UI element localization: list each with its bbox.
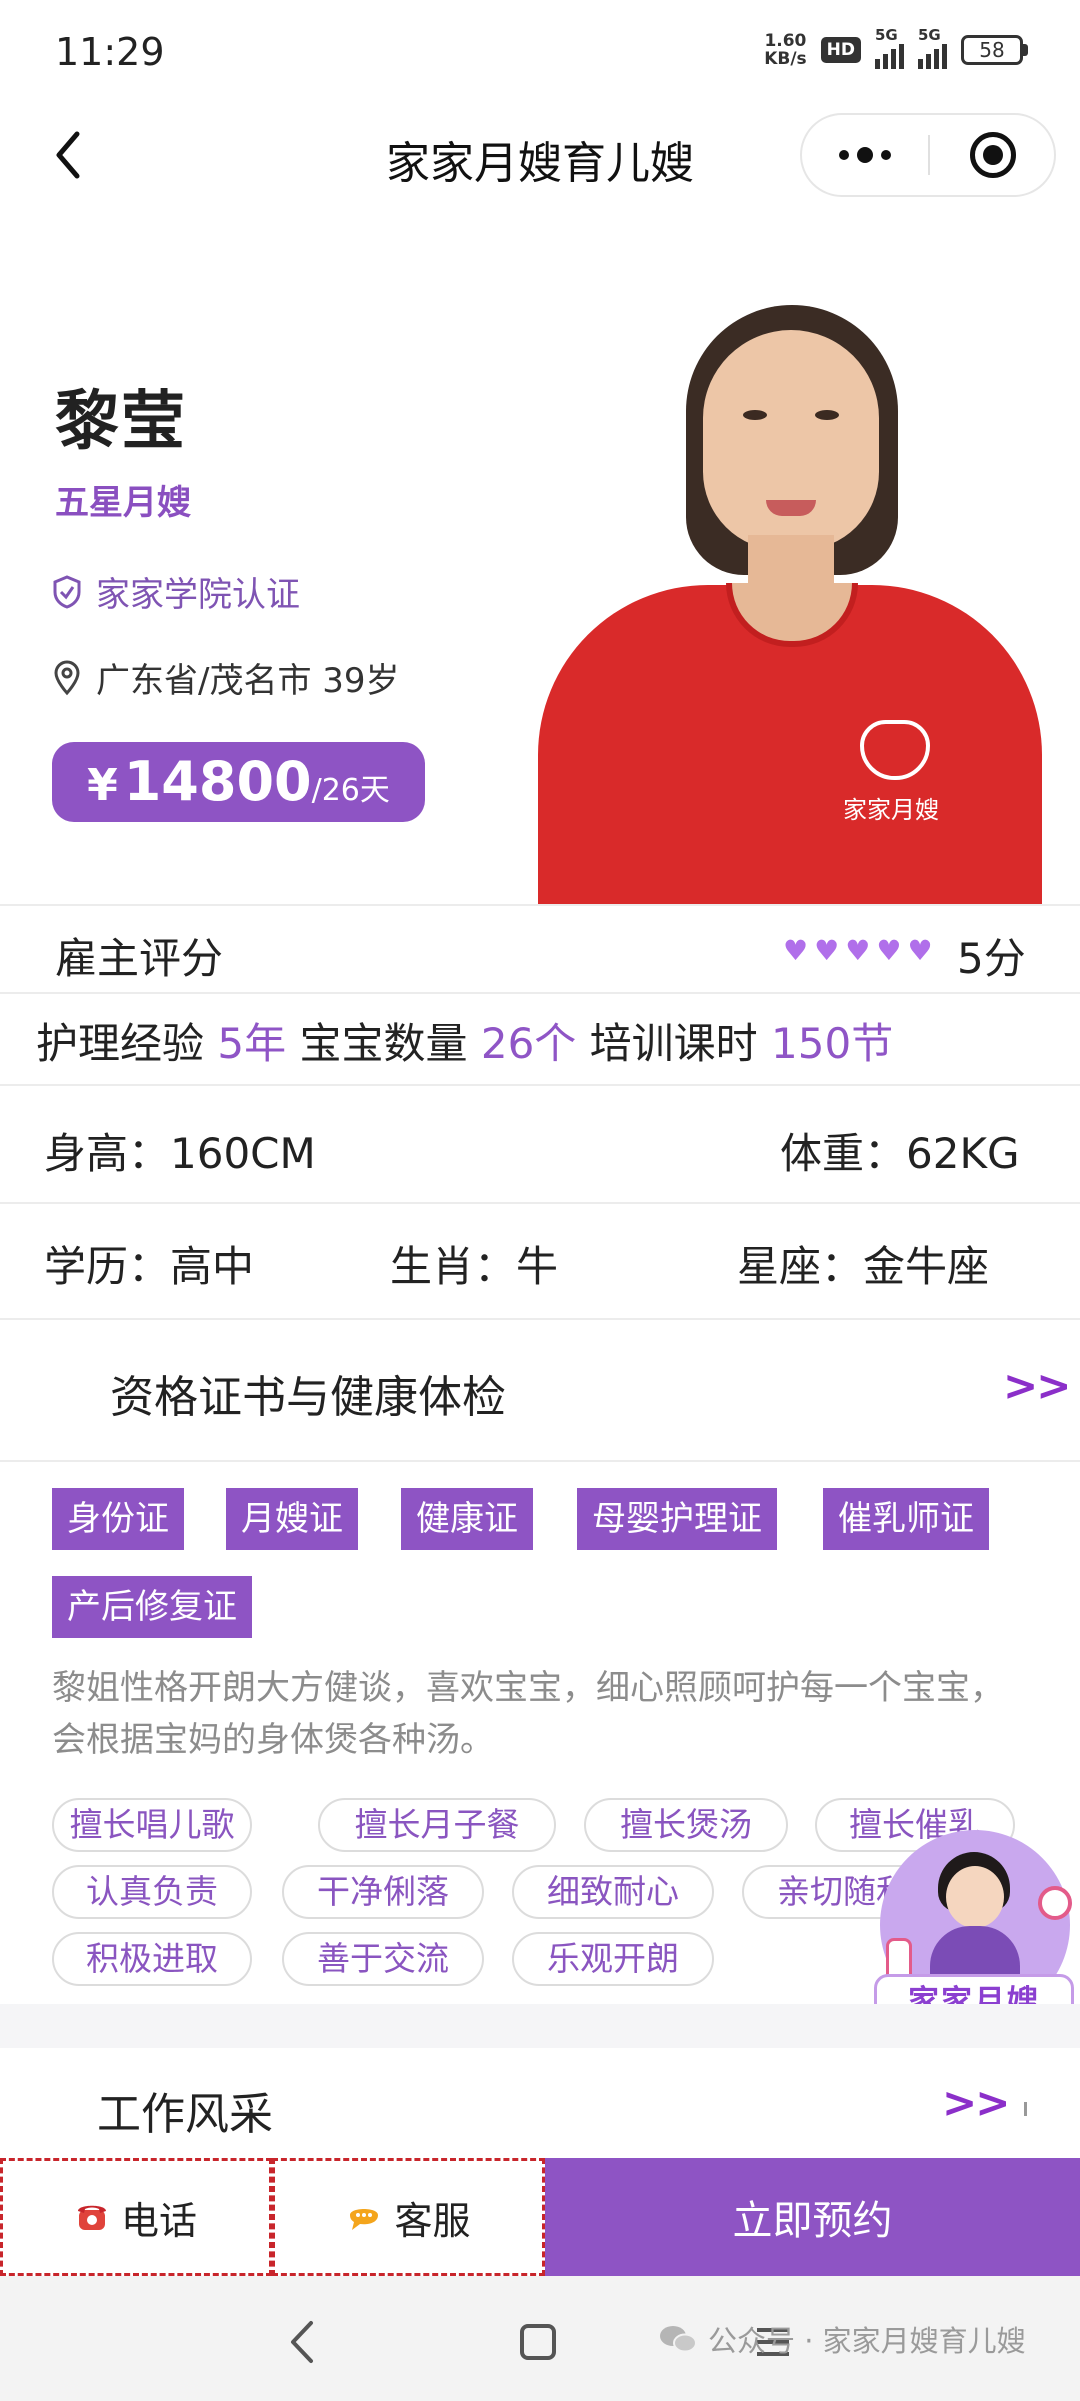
section-gap <box>0 2004 1080 2048</box>
rating-hearts: ♥ ♥ ♥ ♥ ♥ <box>783 937 933 965</box>
price-badge: ¥ 14800 /26天 <box>52 742 425 822</box>
shield-check-icon <box>53 574 81 609</box>
wechat-icon <box>660 2326 697 2353</box>
certificates-header[interactable]: 资格证书与健康体检 >> <box>0 1319 1080 1461</box>
work-gallery-more-link[interactable]: >> <box>942 2078 1010 2127</box>
baby-label: 宝宝数量 <box>299 1019 468 1068</box>
bottom-action-bar: 电话 客服 立即预约 <box>0 2158 1080 2276</box>
mascot-icon <box>946 1866 1004 1928</box>
square-home-icon <box>520 2324 556 2360</box>
experience-row: 护理经验 5年 宝宝数量 26个 培训课时 150节 <box>36 1010 893 1071</box>
weight-value: 体重：62KG <box>780 1129 1020 1178</box>
work-gallery-header[interactable]: 工作风采 >> <box>0 2048 1080 2158</box>
certificate-tag[interactable]: 月嫂证 <box>226 1488 358 1550</box>
certificate-tag[interactable]: 健康证 <box>401 1488 533 1550</box>
system-back-button[interactable] <box>274 2314 330 2370</box>
train-label: 培训课时 <box>589 1019 758 1068</box>
height-value: 身高：160CM <box>44 1129 316 1178</box>
skill-chip: 干净俐落 <box>282 1865 484 1919</box>
certificates-title: 资格证书与健康体检 <box>110 1372 506 1423</box>
chevron-left-icon <box>56 131 80 179</box>
location-pin-icon <box>54 660 80 695</box>
constellation-value: 星座：金牛座 <box>737 1242 990 1291</box>
skill-chip: 擅长煲汤 <box>584 1798 788 1852</box>
skill-chip: 擅长唱儿歌 <box>52 1798 252 1852</box>
skill-chip: 认真负责 <box>52 1865 252 1919</box>
scrollbar <box>1024 2102 1027 2116</box>
certificate-tag[interactable]: 母婴护理证 <box>577 1488 777 1550</box>
system-navigation-bar: 公众号 · 家家月嫂育儿嫂 <box>0 2276 1080 2401</box>
phone-icon <box>77 2205 106 2230</box>
rating-row: 雇主评分 ♥ ♥ ♥ ♥ ♥ 5分 <box>0 905 1080 993</box>
phone-button[interactable]: 电话 <box>0 2158 272 2276</box>
rattle-icon <box>1038 1886 1072 1920</box>
more-button[interactable] <box>802 115 928 195</box>
signal-icon: 5G <box>875 26 904 69</box>
nanny-photo: 家家月嫂 <box>538 285 1042 905</box>
skill-chip: 积极进取 <box>52 1932 252 1986</box>
heart-icon: ♥ <box>845 934 871 967</box>
baby-value: 26个 <box>480 1019 577 1068</box>
exp-value: 5年 <box>217 1019 287 1068</box>
certificate-tag[interactable]: 催乳师证 <box>823 1488 989 1550</box>
status-bar: 11:29 1.60 KB/s HD 5G 5G 58 <box>0 0 1080 105</box>
body-stats-row: 身高：160CM 体重：62KG <box>0 1085 1080 1203</box>
divider <box>0 1460 1080 1462</box>
watermark: 公众号 · 家家月嫂育儿嫂 <box>658 2318 1026 2360</box>
heart-icon: ♥ <box>814 934 840 967</box>
skill-chip: 细致耐心 <box>512 1865 714 1919</box>
book-now-button[interactable]: 立即预约 <box>545 2158 1080 2276</box>
system-home-button[interactable] <box>510 2314 566 2370</box>
work-gallery-title: 工作风采 <box>97 2089 273 2140</box>
skill-chip: 乐观开朗 <box>512 1932 714 1986</box>
back-button[interactable] <box>40 127 96 183</box>
hd-icon: HD <box>820 36 861 63</box>
chat-bubble-icon <box>350 2209 379 2230</box>
heart-icon: ♥ <box>783 934 809 967</box>
heart-icon: ♥ <box>876 934 902 967</box>
certificate-tag[interactable]: 产后修复证 <box>52 1576 252 1638</box>
status-time: 11:29 <box>55 30 165 74</box>
miniprogram-capsule <box>800 113 1056 197</box>
rating-label: 雇主评分 <box>55 934 224 983</box>
divider <box>0 992 1080 994</box>
exp-label: 护理经验 <box>36 1019 205 1068</box>
zodiac-value: 生肖：牛 <box>390 1242 559 1291</box>
chevron-left-icon <box>291 2321 313 2363</box>
train-value: 150节 <box>771 1019 894 1068</box>
skill-chip: 擅长月子餐 <box>318 1798 556 1852</box>
rating-score: 5分 <box>957 934 1026 983</box>
customer-service-button[interactable]: 客服 <box>272 2158 545 2276</box>
shirt-logo-text: 家家月嫂 <box>843 796 939 824</box>
certificates-more-link[interactable]: >> <box>1003 1361 1071 1410</box>
education-value: 学历：高中 <box>44 1242 255 1291</box>
status-icons: 1.60 KB/s HD 5G 5G 58 <box>764 26 1028 69</box>
nav-bar: 家家月嫂育儿嫂 <box>0 105 1080 205</box>
battery-icon: 58 <box>961 34 1028 65</box>
certification-line: 家家学院认证 <box>52 567 300 616</box>
level-label: 五星月嫂 <box>55 483 191 523</box>
location-line: 广东省/茂名市 39岁 <box>52 653 400 702</box>
skill-chip: 善于交流 <box>282 1932 484 1986</box>
close-miniprogram-button[interactable] <box>930 115 1056 195</box>
personal-info-row: 学历：高中 生肖：牛 星座：金牛座 <box>0 1203 1080 1319</box>
target-icon <box>970 132 1016 178</box>
heart-icon: ♥ <box>907 934 933 967</box>
more-dots-icon <box>839 150 849 160</box>
nanny-name: 黎莹 <box>55 385 187 459</box>
network-speed: 1.60 KB/s <box>764 30 807 69</box>
profile-card: 黎莹 五星月嫂 家家学院认证 广东省/茂名市 39岁 ¥ 14800 /26天 … <box>0 205 1080 905</box>
signal-icon: 5G <box>918 26 947 69</box>
certificate-tag[interactable]: 身份证 <box>52 1488 184 1550</box>
nanny-description: 黎姐性格开朗大方健谈，喜欢宝宝，细心照顾呵护每一个宝宝，会根据宝妈的身体煲各种汤… <box>52 1668 1004 1760</box>
